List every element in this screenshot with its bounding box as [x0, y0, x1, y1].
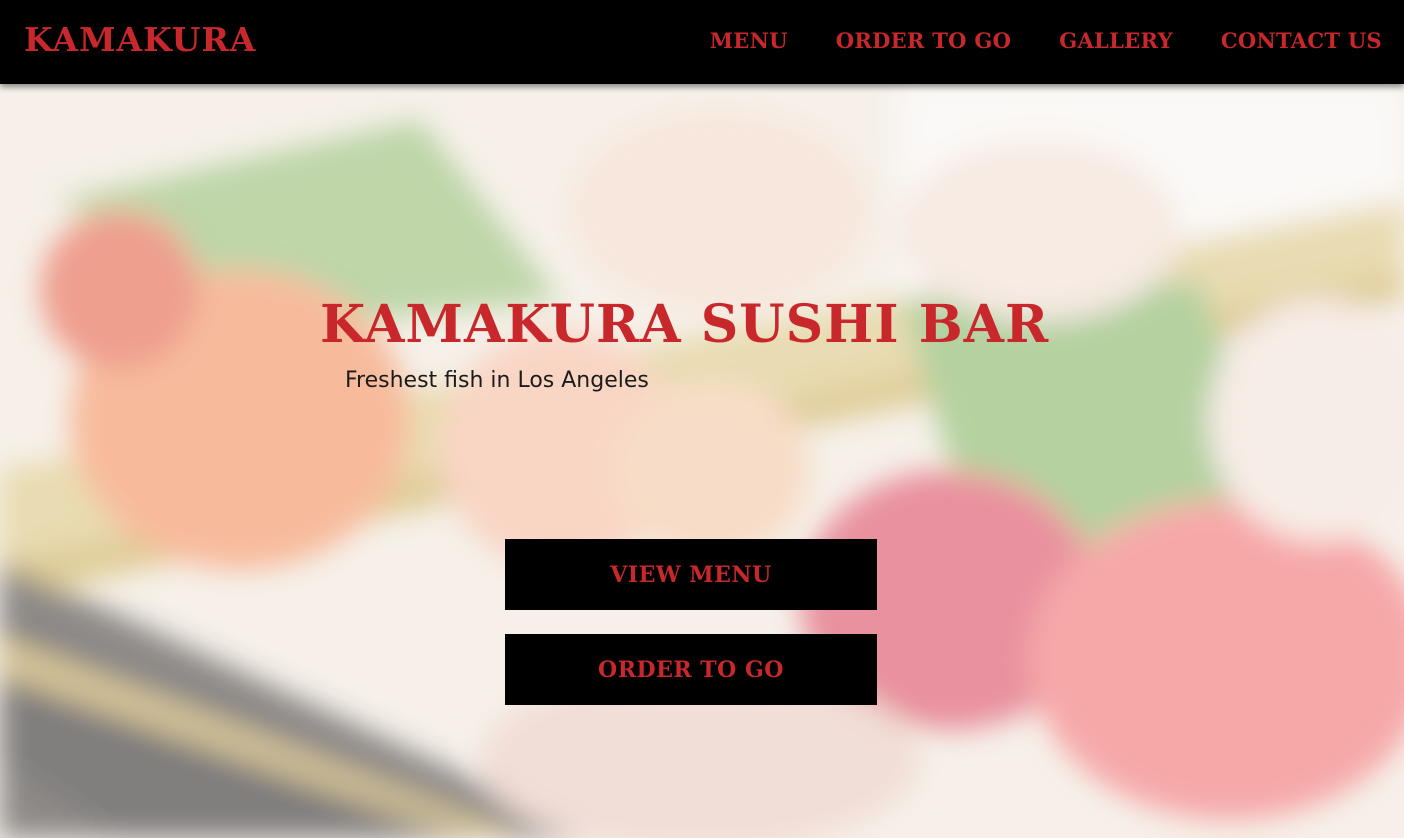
order-to-go-button[interactable]: ORDER TO GO: [505, 634, 877, 705]
page: KAMAKURA MENU ORDER TO GO GALLERY CONTAC…: [0, 0, 1404, 838]
nav-link-menu[interactable]: MENU: [710, 26, 788, 56]
view-menu-button[interactable]: VIEW MENU: [505, 539, 877, 610]
brand-logo-link[interactable]: KAMAKURA: [24, 18, 256, 62]
nav-link-order-to-go[interactable]: ORDER TO GO: [836, 26, 1011, 56]
hero-title: KAMAKURA SUSHI BAR: [320, 294, 1050, 355]
nav-link-contact-us[interactable]: CONTACT US: [1221, 26, 1382, 56]
nav-links: MENU ORDER TO GO GALLERY CONTACT US: [710, 26, 1382, 56]
nav-link-gallery[interactable]: GALLERY: [1059, 26, 1173, 56]
hero-overlay: [0, 0, 1404, 838]
hero-subtitle: Freshest fish in Los Angeles: [345, 368, 649, 393]
top-navbar: KAMAKURA MENU ORDER TO GO GALLERY CONTAC…: [0, 0, 1404, 84]
